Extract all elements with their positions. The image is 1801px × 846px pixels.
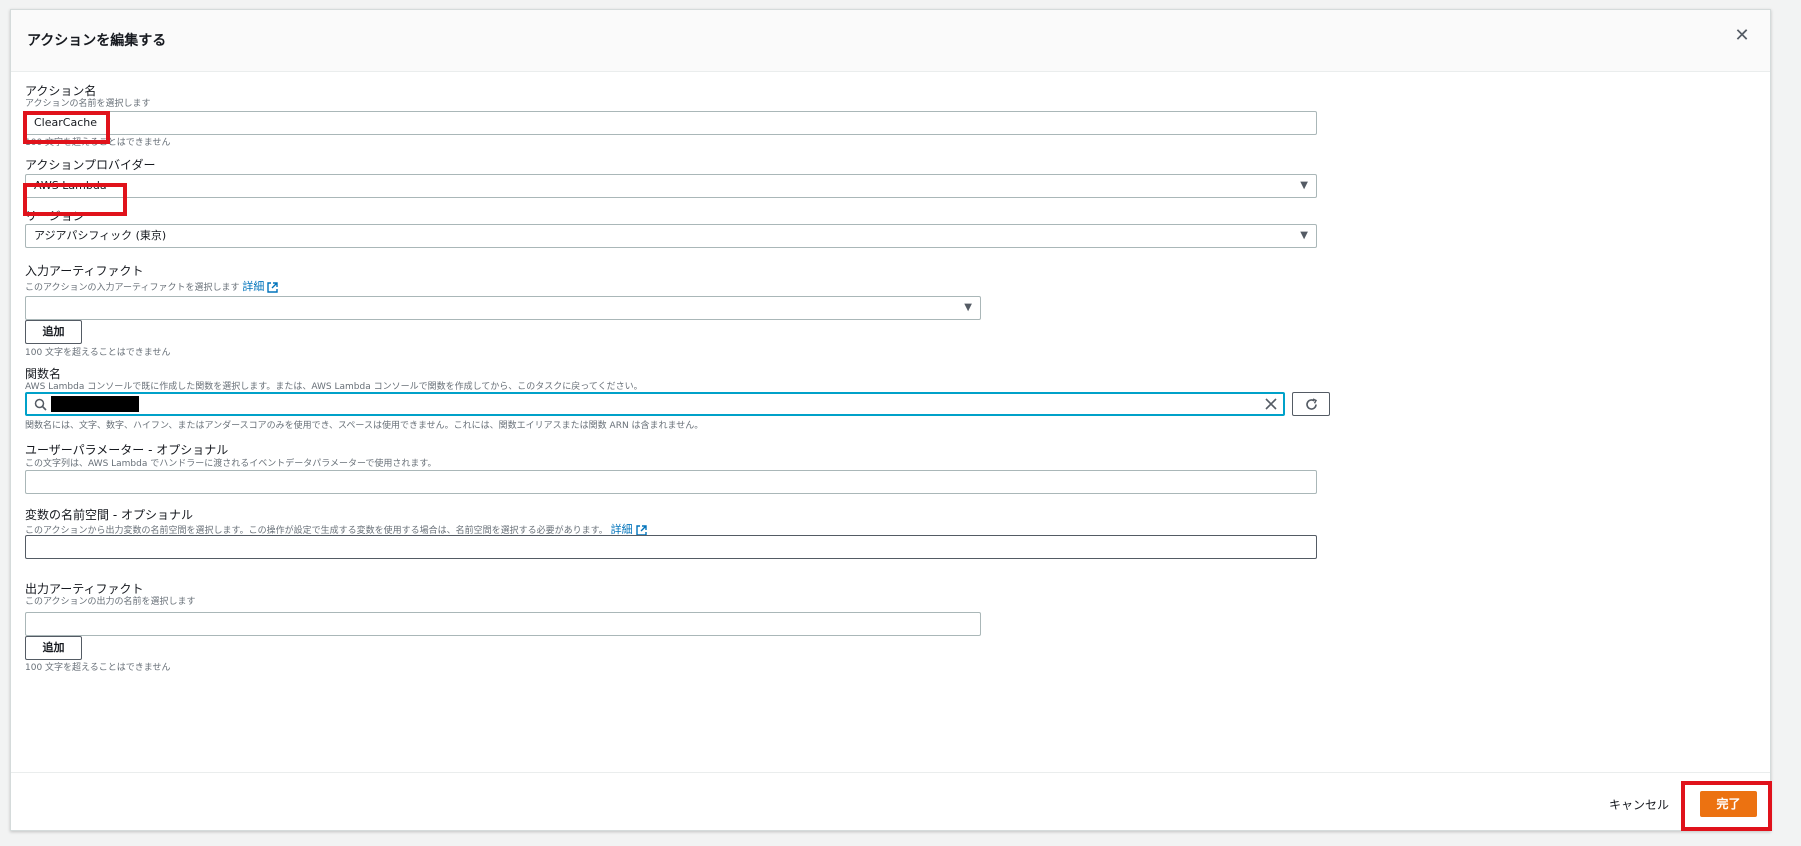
- function-name-search-input[interactable]: [25, 392, 1285, 416]
- modal-header: アクションを編集する ✕: [11, 10, 1770, 72]
- learn-more-text: 詳細: [242, 280, 265, 293]
- edit-action-modal: アクションを編集する ✕ アクション名 アクションの名前を選択します Clear…: [10, 9, 1771, 831]
- user-parameters-description: この文字列は、AWS Lambda でハンドラーに渡されるイベントデータパラメー…: [25, 459, 437, 469]
- action-provider-select[interactable]: AWS Lambda ▼: [25, 174, 1317, 198]
- modal-footer: キャンセル 完了: [11, 772, 1770, 832]
- caret-down-icon: ▼: [964, 302, 972, 313]
- refresh-icon: [1305, 398, 1317, 410]
- input-artifacts-add-button[interactable]: 追加: [25, 320, 82, 344]
- region-value: アジアパシフィック (東京): [34, 229, 167, 242]
- function-name-constraint: 関数名には、文字、数字、ハイフン、またはアンダースコアのみを使用でき、スペースは…: [25, 421, 704, 431]
- done-button[interactable]: 完了: [1700, 791, 1757, 817]
- refresh-button[interactable]: [1292, 392, 1330, 416]
- region-label: リージョン: [25, 209, 85, 223]
- modal-title: アクションを編集する: [27, 33, 167, 49]
- input-artifacts-label: 入力アーティファクト: [25, 264, 144, 278]
- close-icon[interactable]: ✕: [1730, 24, 1754, 48]
- user-parameters-input[interactable]: [25, 470, 1317, 494]
- action-provider-value: AWS Lambda: [34, 179, 107, 192]
- external-link-icon: [267, 281, 279, 293]
- output-artifacts-description: このアクションの出力の名前を選択します: [25, 597, 196, 607]
- action-provider-label: アクションプロバイダー: [25, 158, 156, 172]
- variable-namespace-input[interactable]: [25, 535, 1317, 559]
- search-icon: [34, 398, 47, 411]
- input-artifacts-constraint: 100 文字を超えることはできません: [25, 348, 171, 358]
- clear-icon[interactable]: [1265, 398, 1277, 410]
- function-name-description: AWS Lambda コンソールで既に作成した関数を選択します。または、AWS …: [25, 382, 643, 392]
- action-name-input[interactable]: ClearCache: [25, 111, 1317, 135]
- output-artifacts-input[interactable]: [25, 612, 981, 636]
- modal-body: アクション名 アクションの名前を選択します ClearCache 100 文字を…: [11, 72, 1770, 772]
- region-select[interactable]: アジアパシフィック (東京) ▼: [25, 224, 1317, 248]
- output-artifacts-constraint: 100 文字を超えることはできません: [25, 663, 171, 673]
- external-link-icon: [635, 524, 647, 536]
- output-artifacts-add-button[interactable]: 追加: [25, 636, 82, 660]
- input-artifacts-description-text: このアクションの入力アーティファクトを選択します: [25, 283, 240, 293]
- caret-down-icon: ▼: [1300, 230, 1308, 241]
- action-name-description: アクションの名前を選択します: [25, 99, 151, 109]
- redacted-function-name: [51, 396, 139, 412]
- input-artifacts-description: このアクションの入力アーティファクトを選択します 詳細: [25, 278, 279, 294]
- caret-down-icon: ▼: [1300, 180, 1308, 191]
- input-artifacts-learn-more-link[interactable]: 詳細: [242, 280, 279, 293]
- action-name-constraint: 100 文字を超えることはできません: [25, 138, 171, 148]
- cancel-button[interactable]: キャンセル: [1609, 796, 1669, 813]
- input-artifacts-select[interactable]: ▼: [25, 296, 981, 320]
